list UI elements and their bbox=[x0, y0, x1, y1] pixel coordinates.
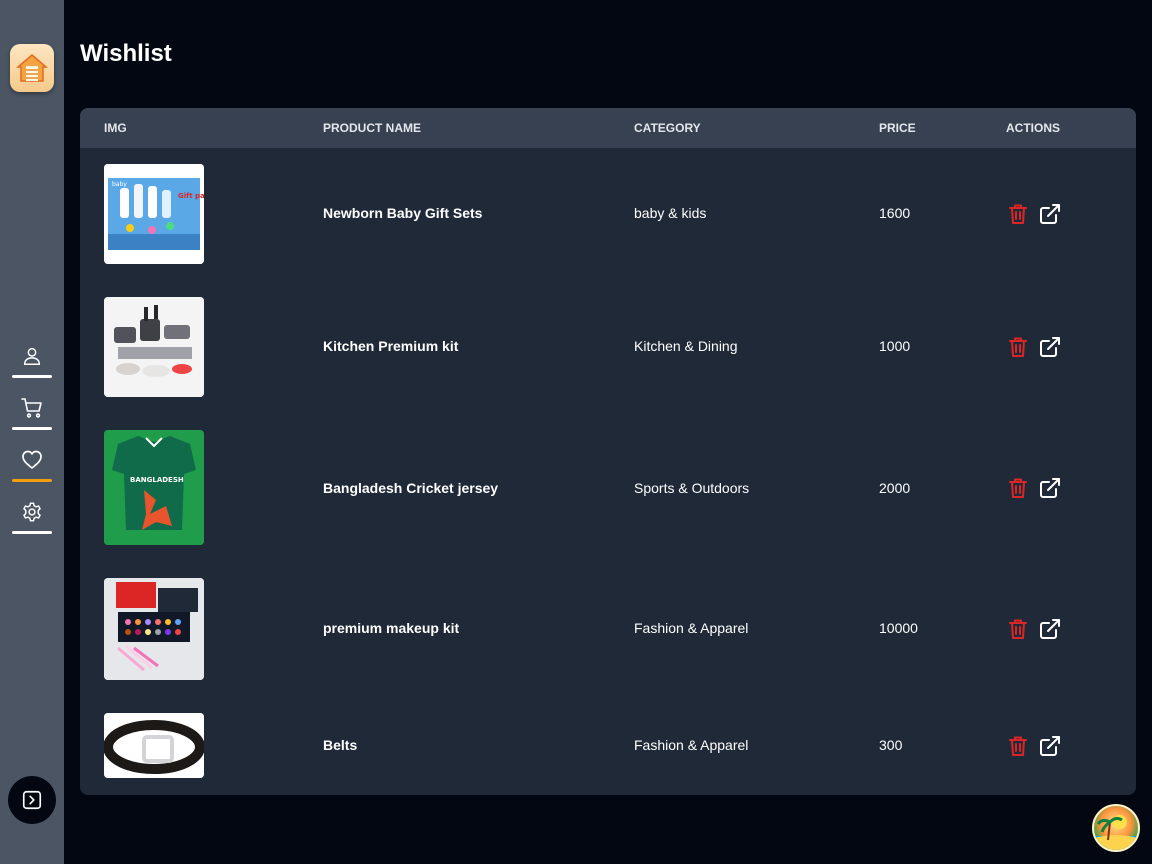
product-image bbox=[104, 578, 204, 680]
trash-icon bbox=[1009, 337, 1027, 357]
baby-brand-label: baby bbox=[112, 181, 127, 188]
delete-button[interactable] bbox=[1006, 335, 1030, 359]
product-image: BANGLADESH bbox=[104, 430, 204, 545]
sidebar-item-profile[interactable] bbox=[12, 336, 52, 378]
nav-underline-active bbox=[12, 479, 52, 482]
jersey-label: BANGLADESH bbox=[130, 476, 184, 484]
product-category: Kitchen & Dining bbox=[634, 338, 738, 354]
app-logo[interactable] bbox=[10, 44, 54, 92]
home-house-icon bbox=[15, 54, 49, 82]
delete-button[interactable] bbox=[1006, 734, 1030, 758]
product-category: Fashion & Apparel bbox=[634, 620, 749, 636]
trash-icon bbox=[1009, 619, 1027, 639]
product-name: Belts bbox=[323, 737, 358, 753]
cricket-jersey-image: BANGLADESH bbox=[104, 430, 204, 545]
sidebar-item-cart[interactable] bbox=[12, 388, 52, 430]
trash-icon bbox=[1009, 478, 1027, 498]
product-name: Newborn Baby Gift Sets bbox=[323, 205, 483, 221]
product-image bbox=[104, 297, 204, 397]
open-product-button[interactable] bbox=[1038, 617, 1062, 641]
table-row: premium makeup kit Fashion & Apparel 100… bbox=[80, 578, 1136, 680]
trash-icon bbox=[1009, 736, 1027, 756]
avatar[interactable] bbox=[1092, 804, 1140, 852]
sidebar-expand-button[interactable] bbox=[8, 776, 56, 824]
external-link-icon bbox=[1040, 204, 1060, 224]
external-link-icon bbox=[1040, 337, 1060, 357]
sidebar-item-wishlist[interactable] bbox=[12, 440, 52, 482]
table-row: Belts Fashion & Apparel 300 bbox=[80, 713, 1136, 778]
gift-pack-label: Gift pack bbox=[178, 192, 204, 200]
baby-gift-set-image: baby Gift pack bbox=[104, 164, 204, 264]
header-price: Price bbox=[879, 121, 916, 135]
open-product-button[interactable] bbox=[1038, 335, 1062, 359]
product-image: baby Gift pack bbox=[104, 164, 204, 264]
product-name: Bangladesh Cricket jersey bbox=[323, 480, 499, 496]
product-image bbox=[104, 713, 204, 778]
product-name: Kitchen Premium kit bbox=[323, 338, 459, 354]
wishlist-table: img Product Name Category Price Actions … bbox=[80, 108, 1136, 795]
product-category: baby & kids bbox=[634, 205, 707, 221]
external-link-icon bbox=[1040, 736, 1060, 756]
delete-button[interactable] bbox=[1006, 202, 1030, 226]
product-price: 1000 bbox=[879, 338, 911, 354]
product-price: 10000 bbox=[879, 620, 918, 636]
kitchen-kit-image bbox=[104, 297, 204, 397]
product-category: Fashion & Apparel bbox=[634, 737, 749, 753]
nav-underline bbox=[12, 427, 52, 430]
open-product-button[interactable] bbox=[1038, 476, 1062, 500]
chevron-right-square-icon bbox=[22, 790, 42, 810]
sidebar-item-settings[interactable] bbox=[12, 492, 52, 534]
table-row: baby Gift pack Newborn Baby Gift Sets ba… bbox=[80, 164, 1136, 264]
trash-icon bbox=[1009, 204, 1027, 224]
belt-image bbox=[104, 713, 204, 778]
beach-avatar-image bbox=[1094, 815, 1138, 850]
page-title: Wishlist bbox=[80, 40, 172, 67]
table-row: Kitchen Premium kit Kitchen & Dining 100… bbox=[80, 297, 1136, 397]
user-icon bbox=[23, 347, 41, 365]
header-category: Category bbox=[634, 121, 701, 135]
delete-button[interactable] bbox=[1006, 617, 1030, 641]
product-name: premium makeup kit bbox=[323, 620, 460, 636]
product-price: 1600 bbox=[879, 205, 911, 221]
nav-underline bbox=[12, 531, 52, 534]
product-price: 2000 bbox=[879, 480, 911, 496]
table-header: img Product Name Category Price Actions bbox=[80, 108, 1136, 148]
heart-icon bbox=[22, 450, 42, 469]
header-product-name: Product Name bbox=[323, 121, 421, 135]
external-link-icon bbox=[1040, 619, 1060, 639]
makeup-kit-image bbox=[104, 578, 204, 680]
product-category: Sports & Outdoors bbox=[634, 480, 750, 496]
sidebar bbox=[0, 0, 64, 864]
header-actions: Actions bbox=[1006, 121, 1060, 135]
product-price: 300 bbox=[879, 737, 903, 753]
external-link-icon bbox=[1040, 478, 1060, 498]
table-row: BANGLADESH Bangladesh Cricket jersey Spo… bbox=[80, 430, 1136, 545]
gear-icon bbox=[23, 502, 41, 522]
cart-icon bbox=[21, 398, 42, 418]
open-product-button[interactable] bbox=[1038, 734, 1062, 758]
header-img: img bbox=[104, 121, 127, 135]
open-product-button[interactable] bbox=[1038, 202, 1062, 226]
nav-underline bbox=[12, 375, 52, 378]
delete-button[interactable] bbox=[1006, 476, 1030, 500]
